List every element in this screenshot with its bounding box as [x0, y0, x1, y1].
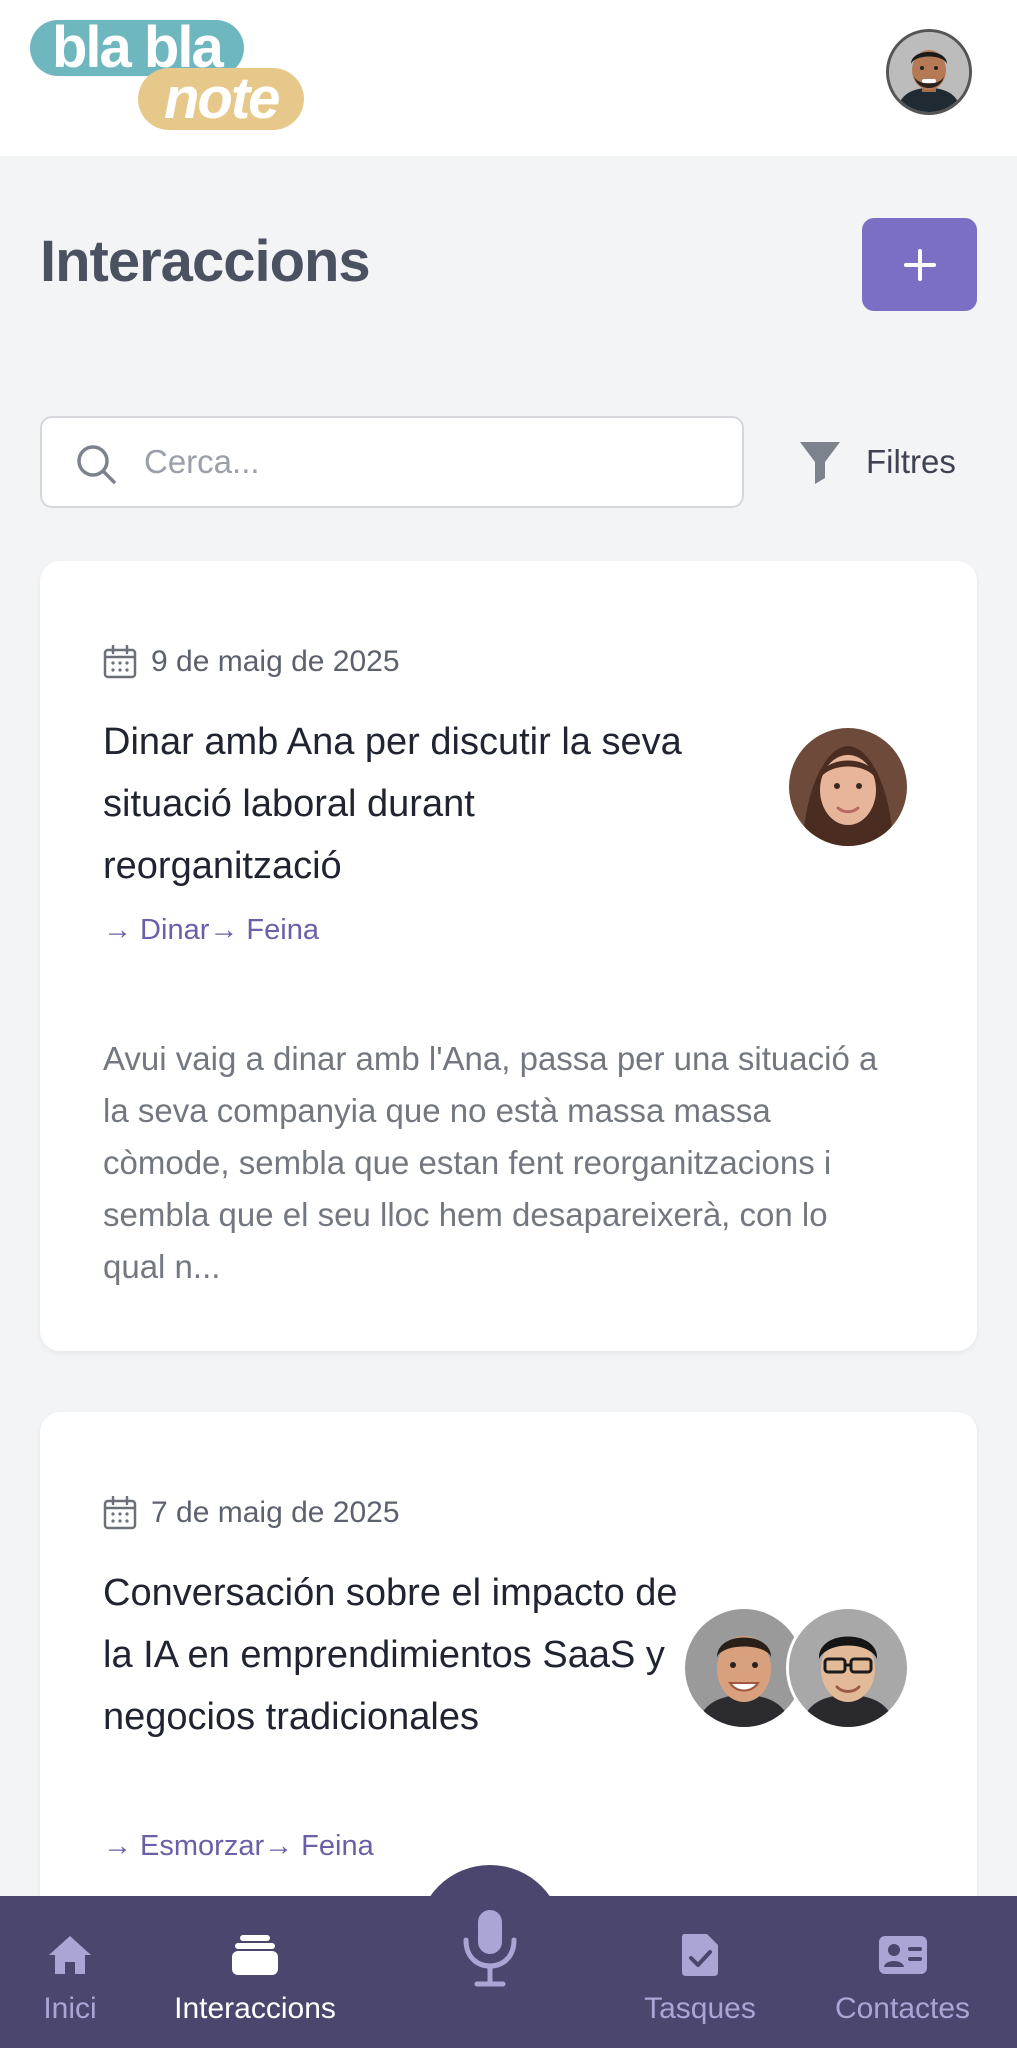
interaction-preview: Avui vaig a dinar amb l'Ana, passa per u… — [103, 1040, 878, 1285]
interaction-tags[interactable]: → Esmorzar→ Feina — [103, 1830, 374, 1863]
search-icon — [77, 445, 116, 484]
page-title: Interaccions — [40, 229, 371, 294]
nav-item-inici[interactable]: Inici — [20, 1896, 120, 2048]
contact-avatar-ana[interactable] — [786, 725, 910, 849]
nav-label: Interaccions — [174, 1992, 336, 2025]
contact-card-icon — [878, 1936, 927, 1974]
stack-icon — [232, 1935, 278, 1975]
nav-item-interaccions[interactable]: Interaccions — [150, 1896, 360, 2048]
interaction-card[interactable]: 9 de maig de 2025 Dinar amb Ana per disc… — [40, 561, 977, 1351]
search-input[interactable] — [144, 418, 724, 506]
filter-button[interactable]: Filtres — [798, 432, 956, 492]
user-avatar-image — [889, 32, 969, 112]
plus-icon — [903, 248, 936, 281]
contact-avatar-2[interactable] — [786, 1606, 910, 1730]
nav-label: Inici — [43, 1992, 97, 2025]
nav-label: Tasques — [644, 1992, 756, 2025]
checklist-icon — [682, 1934, 718, 1976]
interaction-tags[interactable]: → Dinar→ Feina — [103, 914, 319, 947]
home-icon — [49, 1936, 91, 1974]
logo-bottom-word: note — [138, 68, 305, 130]
interaction-date-text: 9 de maig de 2025 — [151, 645, 400, 678]
interaction-title: Dinar amb Ana per discutir la seva situa… — [103, 721, 682, 887]
calendar-icon — [103, 1496, 137, 1530]
interaction-date: 9 de maig de 2025 — [103, 645, 400, 679]
microphone-icon[interactable] — [455, 1908, 525, 1988]
user-avatar[interactable] — [886, 29, 972, 115]
nav-item-contactes[interactable]: Contactes — [815, 1896, 990, 2048]
search-box — [40, 416, 744, 508]
calendar-icon — [103, 645, 137, 679]
nav-label: Contactes — [834, 1992, 971, 2025]
interaction-date-text: 7 de maig de 2025 — [151, 1496, 400, 1529]
interaction-date: 7 de maig de 2025 — [103, 1496, 400, 1530]
interaction-title: Conversación sobre el impacto de la IA e… — [103, 1572, 678, 1738]
blablanote-logo[interactable]: bla bla note — [30, 19, 310, 132]
add-interaction-button[interactable] — [862, 218, 977, 311]
funnel-icon — [800, 442, 840, 484]
nav-item-tasques[interactable]: Tasques — [620, 1896, 780, 2048]
contact-avatar-image — [789, 728, 907, 846]
app-header: bla bla note — [0, 0, 1017, 156]
contact-avatar-image — [789, 1609, 907, 1727]
filter-label: Filtres — [866, 443, 956, 480]
